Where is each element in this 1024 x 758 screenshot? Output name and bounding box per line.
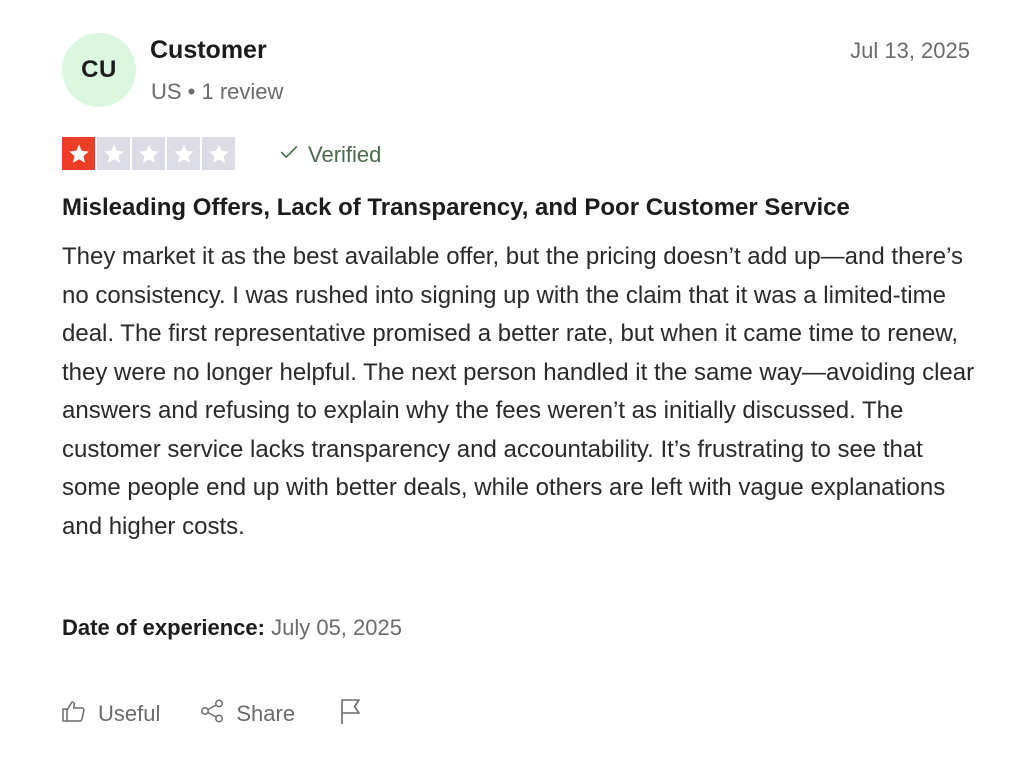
report-button[interactable] [337,697,365,731]
verified-label: Verified [308,142,382,167]
share-icon [198,697,226,731]
share-label: Share [236,701,296,726]
reviewer-meta: US • 1 review [151,79,284,104]
date-of-experience: Date of experience: July 05, 2025 [62,615,402,641]
review-title[interactable]: Misleading Offers, Lack of Transparency,… [62,194,850,222]
review-body: They market it as the best available off… [62,243,975,540]
star-icon [132,137,165,170]
star-icon [167,137,200,170]
check-icon [278,141,300,169]
review-date: Jul 13, 2025 [850,38,970,63]
thumbs-up-icon [60,697,88,731]
experience-date: July 05, 2025 [271,615,402,640]
useful-button[interactable]: Useful [60,697,160,731]
avatar-initials: CU [81,56,117,83]
reviewer-name[interactable]: Customer [150,36,267,65]
star-icon [62,137,95,170]
star-icon [202,137,235,170]
star-icon [97,137,130,170]
verified-badge[interactable]: Verified [278,141,381,169]
star-rating [62,137,235,170]
share-button[interactable]: Share [198,697,295,731]
experience-label: Date of experience: [62,615,265,640]
avatar[interactable]: CU [62,33,136,107]
review-actions: Useful Share [60,697,365,731]
useful-label: Useful [98,701,161,726]
flag-icon [337,697,365,731]
review-card: CU Customer US • 1 review Jul 13, 2025 V… [0,0,1024,758]
